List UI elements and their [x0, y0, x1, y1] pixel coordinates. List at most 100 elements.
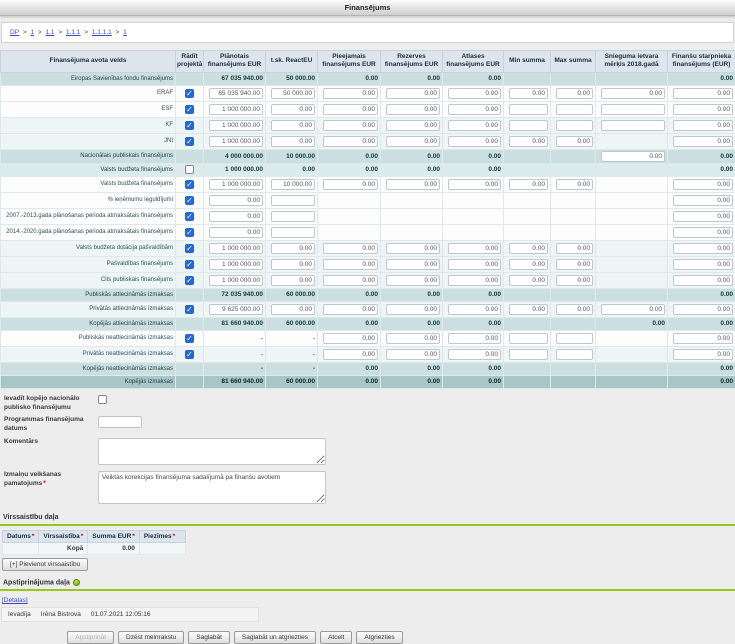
show-in-project-checkbox[interactable]: ✓	[185, 180, 194, 189]
show-in-project-checkbox[interactable]: ✓	[185, 228, 194, 237]
input-atlases[interactable]	[448, 243, 501, 254]
saglabat-button[interactable]: Saglabāt	[188, 631, 230, 644]
input-pieejamais[interactable]	[323, 243, 378, 254]
input-rezerves[interactable]	[386, 88, 440, 99]
input-atlases[interactable]	[448, 88, 501, 99]
input-tsk_reacteu[interactable]	[271, 243, 315, 254]
input-finansu_starpnieka[interactable]	[673, 120, 733, 131]
input-atlases[interactable]	[448, 120, 501, 131]
show-in-project-checkbox[interactable]: ✓	[185, 244, 194, 253]
input-pieejamais[interactable]	[323, 304, 378, 315]
input-min_summa[interactable]	[509, 179, 548, 190]
input-planotais[interactable]	[209, 120, 263, 131]
input-planotais[interactable]	[209, 275, 263, 286]
input-finansu_starpnieka[interactable]	[673, 243, 733, 254]
input-pieejamais[interactable]	[323, 136, 378, 147]
input-min_summa[interactable]	[509, 243, 548, 254]
breadcrumb-link[interactable]: 1	[123, 29, 127, 36]
show-in-project-checkbox[interactable]: ✓	[185, 212, 194, 221]
input-atlases[interactable]	[448, 275, 501, 286]
input-finansu_starpnieka[interactable]	[673, 211, 733, 222]
input-planotais[interactable]	[209, 195, 263, 206]
input-max_summa[interactable]	[556, 349, 593, 360]
input-min_summa[interactable]	[509, 104, 548, 115]
input-tsk_reacteu[interactable]	[271, 304, 315, 315]
national-funding-checkbox[interactable]	[98, 395, 107, 404]
input-rezerves[interactable]	[386, 259, 440, 270]
input-min_summa[interactable]	[509, 275, 548, 286]
input-max_summa[interactable]	[556, 259, 593, 270]
show-in-project-checkbox[interactable]	[185, 165, 194, 174]
show-in-project-checkbox[interactable]: ✓	[185, 89, 194, 98]
input-finansu_starpnieka[interactable]	[673, 333, 733, 344]
input-pieejamais[interactable]	[323, 259, 378, 270]
breadcrumb-link[interactable]: DP	[10, 29, 19, 36]
input-pieejamais[interactable]	[323, 179, 378, 190]
input-finansu_starpnieka[interactable]	[673, 227, 733, 238]
input-max_summa[interactable]	[556, 179, 593, 190]
input-finansu_starpnieka[interactable]	[673, 88, 733, 99]
input-pieejamais[interactable]	[323, 275, 378, 286]
input-planotais[interactable]	[209, 104, 263, 115]
show-in-project-checkbox[interactable]: ✓	[185, 276, 194, 285]
input-finansu_starpnieka[interactable]	[673, 304, 733, 315]
atcelt-button[interactable]: Atcelt	[320, 631, 352, 644]
input-planotais[interactable]	[209, 88, 263, 99]
input-rezerves[interactable]	[386, 179, 440, 190]
input-pieejamais[interactable]	[323, 88, 378, 99]
show-in-project-checkbox[interactable]: ✓	[185, 196, 194, 205]
input-rezerves[interactable]	[386, 120, 440, 131]
input-min_summa[interactable]	[509, 120, 548, 131]
input-snieguma[interactable]	[601, 104, 665, 115]
breadcrumb-link[interactable]: 1.1	[46, 29, 55, 36]
input-planotais[interactable]	[209, 304, 263, 315]
show-in-project-checkbox[interactable]: ✓	[185, 305, 194, 314]
input-max_summa[interactable]	[556, 120, 593, 131]
input-rezerves[interactable]	[386, 275, 440, 286]
input-tsk_reacteu[interactable]	[271, 88, 315, 99]
input-snieguma[interactable]	[601, 88, 665, 99]
input-max_summa[interactable]	[556, 88, 593, 99]
input-max_summa[interactable]	[556, 304, 593, 315]
add-virssaistiba-button[interactable]: [+] Pievienot virssaistību	[2, 558, 88, 571]
show-in-project-checkbox[interactable]: ✓	[185, 334, 194, 343]
input-planotais[interactable]	[209, 227, 263, 238]
show-in-project-checkbox[interactable]: ✓	[185, 260, 194, 269]
change-reason-textarea[interactable]: Veiktas korekcijas finansējuma sadalījum…	[98, 471, 326, 504]
input-max_summa[interactable]	[556, 243, 593, 254]
breadcrumb-link[interactable]: 1	[30, 29, 34, 36]
input-min_summa[interactable]	[509, 136, 548, 147]
input-rezerves[interactable]	[386, 349, 440, 360]
input-tsk_reacteu[interactable]	[271, 179, 315, 190]
details-link[interactable]: [Detaļas]	[2, 597, 28, 604]
input-rezerves[interactable]	[386, 304, 440, 315]
input-pieejamais[interactable]	[323, 104, 378, 115]
atgriezties-button[interactable]: Atgriezties	[356, 631, 402, 644]
show-in-project-checkbox[interactable]: ✓	[185, 137, 194, 146]
input-planotais[interactable]	[209, 211, 263, 222]
input-min_summa[interactable]	[509, 304, 548, 315]
input-max_summa[interactable]	[556, 333, 593, 344]
input-snieguma[interactable]	[601, 304, 665, 315]
input-pieejamais[interactable]	[323, 333, 378, 344]
input-rezerves[interactable]	[386, 104, 440, 115]
input-rezerves[interactable]	[386, 333, 440, 344]
input-planotais[interactable]	[209, 179, 263, 190]
input-atlases[interactable]	[448, 136, 501, 147]
breadcrumb-link[interactable]: 1.1.1.1	[92, 29, 112, 36]
program-date-input[interactable]	[98, 416, 142, 428]
input-snieguma[interactable]	[601, 151, 665, 162]
input-planotais[interactable]	[209, 136, 263, 147]
breadcrumb-link[interactable]: 1.1.1	[66, 29, 80, 36]
dzest-melnrakstu-button[interactable]: Dzēst melnrakstu	[118, 631, 184, 644]
show-in-project-checkbox[interactable]: ✓	[185, 121, 194, 130]
input-finansu_starpnieka[interactable]	[673, 259, 733, 270]
input-atlases[interactable]	[448, 333, 501, 344]
input-tsk_reacteu[interactable]	[271, 227, 315, 238]
input-min_summa[interactable]	[509, 88, 548, 99]
input-atlases[interactable]	[448, 179, 501, 190]
input-tsk_reacteu[interactable]	[271, 275, 315, 286]
input-finansu_starpnieka[interactable]	[673, 275, 733, 286]
input-tsk_reacteu[interactable]	[271, 136, 315, 147]
input-pieejamais[interactable]	[323, 120, 378, 131]
